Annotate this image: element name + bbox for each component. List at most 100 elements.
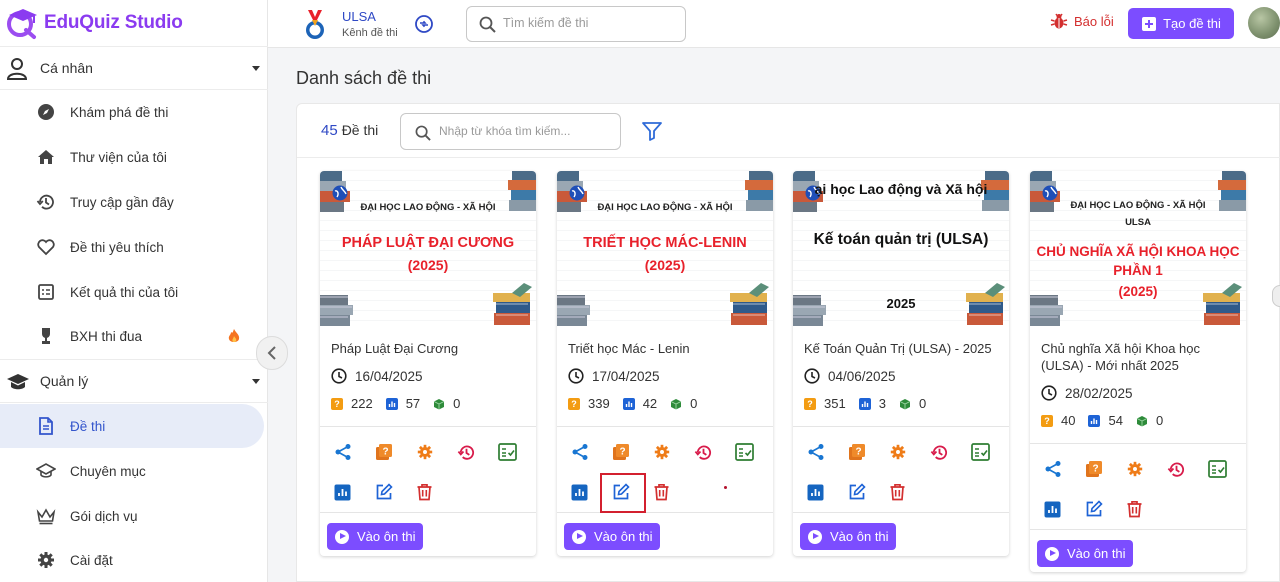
edit-button[interactable] bbox=[848, 480, 889, 504]
sidebar-item-exams[interactable]: Đề thi bbox=[0, 404, 268, 448]
sidebar-item-categories[interactable]: Chuyên mục bbox=[0, 451, 268, 491]
exam-thumbnail[interactable]: ại học Lao động và Xã hội Kế toán quản tr… bbox=[793, 171, 1009, 326]
exam-search-box[interactable] bbox=[400, 113, 621, 150]
history-button[interactable] bbox=[1167, 457, 1208, 481]
header-search-input[interactable] bbox=[503, 16, 678, 30]
package-icon bbox=[899, 398, 911, 409]
edit-button-highlight bbox=[600, 473, 646, 513]
delete-button[interactable] bbox=[1126, 497, 1167, 521]
card-divider bbox=[1030, 443, 1246, 444]
sidebar-item-settings[interactable]: Cài đặt bbox=[0, 540, 268, 580]
share-button[interactable] bbox=[571, 440, 612, 464]
sidebar-item-plans[interactable]: Gói dịch vụ bbox=[0, 496, 268, 536]
exam-stats: ? 351 3 0 bbox=[804, 396, 926, 411]
exam-thumbnail[interactable]: ĐẠI HỌC LAO ĐỘNG - XÃ HỘI TRIẾT HỌC MÁC-L… bbox=[557, 171, 773, 326]
exam-count: 45 Đề thi bbox=[321, 122, 378, 139]
history-icon bbox=[457, 443, 476, 462]
share-button[interactable] bbox=[1044, 457, 1085, 481]
sidebar-item-library[interactable]: Thư viện của tôi bbox=[0, 137, 268, 177]
exam-card[interactable]: ĐẠI HỌC LAO ĐỘNG - XÃ HỘI TRIẾT HỌC MÁC-L… bbox=[557, 171, 773, 556]
sidebar-item-favorites[interactable]: Đề thi yêu thích bbox=[0, 227, 268, 267]
exam-thumbnail[interactable]: ĐẠI HỌC LAO ĐỘNG - XÃ HỘI PHÁP LUẬT ĐẠI C… bbox=[320, 171, 536, 326]
header-search-box[interactable] bbox=[466, 6, 686, 42]
channel-selector[interactable]: ULSA Kênh đề thi bbox=[302, 6, 398, 42]
download-count: 0 bbox=[918, 396, 927, 411]
sidebar-item-results[interactable]: Kết quả thi của tôi bbox=[0, 272, 268, 312]
card-divider bbox=[320, 426, 536, 427]
history-button[interactable] bbox=[457, 440, 498, 464]
exam-card[interactable]: ại học Lao động và Xã hội Kế toán quản tr… bbox=[793, 171, 1009, 556]
exam-name[interactable]: Triết học Mác - Lenin bbox=[568, 340, 764, 357]
exam-thumbnail[interactable]: ĐẠI HỌC LAO ĐỘNG - XÃ HỘI ULSA CHỦ NGHĨA X… bbox=[1030, 171, 1246, 326]
start-review-button[interactable]: Vào ôn thi bbox=[1037, 540, 1133, 567]
settings-button[interactable] bbox=[889, 440, 930, 464]
analytics-icon bbox=[1044, 501, 1061, 518]
card-actions-row bbox=[334, 480, 457, 504]
analytics-button[interactable] bbox=[807, 480, 848, 504]
switch-channel-icon[interactable] bbox=[414, 14, 434, 34]
start-review-button[interactable]: Vào ôn thi bbox=[564, 523, 660, 550]
clock-icon bbox=[804, 368, 820, 384]
delete-button[interactable] bbox=[653, 480, 694, 504]
exam-date-text: 04/06/2025 bbox=[828, 368, 896, 384]
edit-button[interactable] bbox=[375, 480, 416, 504]
question-bank-icon: ? bbox=[848, 443, 866, 461]
report-bug-button[interactable]: Báo lỗi bbox=[1050, 12, 1114, 30]
search-icon bbox=[415, 125, 431, 141]
analytics-button[interactable] bbox=[1044, 497, 1085, 521]
app-logo[interactable]: EduQuiz Studio bbox=[6, 6, 183, 40]
user-avatar[interactable] bbox=[1248, 7, 1280, 39]
start-review-button[interactable]: Vào ôn thi bbox=[327, 523, 423, 550]
question-count-icon: ? bbox=[331, 397, 343, 410]
grading-button[interactable] bbox=[498, 440, 536, 464]
exam-card[interactable]: ĐẠI HỌC LAO ĐỘNG - XÃ HỘI PHÁP LUẬT ĐẠI C… bbox=[320, 171, 536, 556]
settings-button[interactable] bbox=[416, 440, 457, 464]
delete-button[interactable] bbox=[889, 480, 930, 504]
edit-button[interactable] bbox=[1085, 497, 1126, 521]
exam-name[interactable]: Pháp Luật Đại Cương bbox=[331, 340, 527, 357]
attempt-count-icon bbox=[622, 397, 635, 410]
thumbnail-text: ĐẠI HỌC LAO ĐỘNG - XÃ HỘI bbox=[1070, 200, 1206, 211]
history-button[interactable] bbox=[694, 440, 735, 464]
grading-button[interactable] bbox=[971, 440, 1009, 464]
sidebar-item-explore[interactable]: Khám phá đề thi bbox=[0, 92, 268, 132]
exam-card[interactable]: ĐẠI HỌC LAO ĐỘNG - XÃ HỘI ULSA CHỦ NGHĨA X… bbox=[1030, 171, 1246, 572]
exam-name[interactable]: Kế Toán Quản Trị (ULSA) - 2025 bbox=[804, 340, 1000, 357]
question-bank-button[interactable]: ? bbox=[1085, 457, 1126, 481]
settings-button[interactable] bbox=[1126, 457, 1167, 481]
sidebar-item-leaderboard[interactable]: BXH thi đua bbox=[0, 316, 268, 356]
card-divider bbox=[320, 512, 536, 513]
question-bank-button[interactable]: ? bbox=[612, 440, 653, 464]
thumbnail-text: CHỦ NGHĨA XÃ HỘI KHOA HỌC bbox=[1036, 244, 1240, 259]
collapse-sidebar-button[interactable] bbox=[256, 336, 288, 370]
delete-button[interactable] bbox=[416, 480, 457, 504]
grading-button[interactable] bbox=[735, 440, 773, 464]
nav-group-manage[interactable]: Quản lý bbox=[0, 359, 268, 403]
exam-name[interactable]: Chủ nghĩa Xã hội Khoa học (ULSA) - Mới n… bbox=[1041, 340, 1237, 374]
settings-button[interactable] bbox=[653, 440, 694, 464]
question-bank-icon: ? bbox=[1085, 460, 1103, 478]
thumbnail-text: TRIẾT HỌC MÁC-LENIN bbox=[583, 235, 747, 251]
history-icon bbox=[694, 443, 713, 462]
question-bank-button[interactable]: ? bbox=[375, 440, 416, 464]
share-button[interactable] bbox=[334, 440, 375, 464]
channel-name: ULSA bbox=[342, 9, 376, 24]
exam-stats: ? 40 54 0 bbox=[1041, 413, 1163, 428]
sidebar-item-recent[interactable]: Truy cập gần đây bbox=[0, 182, 268, 222]
share-icon bbox=[334, 443, 352, 461]
card-divider bbox=[793, 426, 1009, 427]
question-bank-button[interactable]: ? bbox=[848, 440, 889, 464]
play-icon bbox=[1045, 546, 1059, 561]
exam-search-input[interactable] bbox=[439, 124, 614, 138]
create-exam-button[interactable]: Tạo đề thi bbox=[1128, 8, 1234, 39]
scroll-handle[interactable] bbox=[1272, 285, 1280, 307]
analytics-button[interactable] bbox=[334, 480, 375, 504]
svg-text:?: ? bbox=[382, 447, 388, 458]
filter-icon[interactable] bbox=[641, 121, 663, 141]
question-count: 339 bbox=[588, 396, 610, 411]
history-button[interactable] bbox=[930, 440, 971, 464]
share-button[interactable] bbox=[807, 440, 848, 464]
nav-group-personal[interactable]: Cá nhân bbox=[0, 46, 268, 90]
grading-button[interactable] bbox=[1208, 457, 1246, 481]
start-review-button[interactable]: Vào ôn thi bbox=[800, 523, 896, 550]
